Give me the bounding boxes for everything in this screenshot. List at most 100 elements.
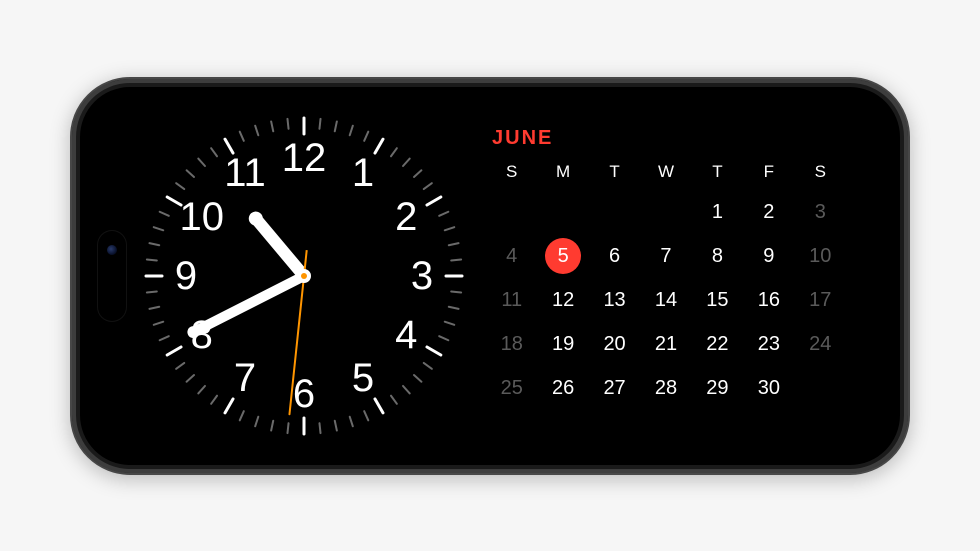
side-button xyxy=(332,77,402,79)
calendar-day-number: 1 xyxy=(699,194,735,230)
standby-screen[interactable]: 121234567891011 JUNE SMTWTFS 12345678910… xyxy=(84,91,896,461)
calendar-dow: T xyxy=(589,162,640,182)
calendar-month-label: JUNE xyxy=(492,127,846,150)
calendar-day-number: 27 xyxy=(597,370,633,406)
calendar-week-row: 181920 21 22 23 24 xyxy=(486,322,846,366)
calendar-day[interactable]: 1 xyxy=(692,190,743,234)
calendar-day-number: 28 xyxy=(648,370,684,406)
calendar-day-number: 22 xyxy=(699,326,735,362)
calendar-widget[interactable]: JUNE SMTWTFS 123456789101112131415161718… xyxy=(486,127,846,410)
calendar-day[interactable]: 19 xyxy=(537,322,588,366)
camera-icon xyxy=(107,245,117,255)
calendar-day xyxy=(589,190,640,234)
calendar-day-number: 20 xyxy=(597,326,633,362)
calendar-grid: 1234567891011121314151617181920212223242… xyxy=(486,190,846,410)
clock-numeral: 11 xyxy=(224,153,266,193)
dynamic-island xyxy=(98,231,126,321)
calendar-day-number: 5 xyxy=(545,238,581,274)
calendar-day[interactable]: 3 xyxy=(795,190,846,234)
calendar-dow: M xyxy=(537,162,588,182)
calendar-day-number: 24 xyxy=(802,326,838,362)
calendar-day[interactable]: 22 xyxy=(692,322,743,366)
analog-clock-face: 121234567891011 xyxy=(144,116,464,436)
calendar-day-number: 13 xyxy=(597,282,633,318)
side-button xyxy=(417,77,457,79)
calendar-day-number: 30 xyxy=(751,370,787,406)
calendar-day-number: 8 xyxy=(699,238,735,274)
clock-numeral: 7 xyxy=(234,358,256,398)
calendar-day-number: 26 xyxy=(545,370,581,406)
calendar-day[interactable]: 18 xyxy=(486,322,537,366)
calendar-week-row: 11 12 131415 16 17 xyxy=(486,278,846,322)
calendar-day xyxy=(537,190,588,234)
calendar-day-number: 3 xyxy=(802,194,838,230)
clock-numeral: 3 xyxy=(411,256,433,296)
clock-pivot xyxy=(297,269,311,283)
clock-numeral: 9 xyxy=(175,256,197,296)
clock-numeral: 10 xyxy=(180,197,225,237)
calendar-day[interactable]: 4 xyxy=(486,234,537,278)
calendar-day-number: 12 xyxy=(545,282,581,318)
clock-numeral: 4 xyxy=(395,315,417,355)
calendar-day[interactable]: 26 xyxy=(537,366,588,410)
calendar-day xyxy=(486,190,537,234)
calendar-dow: T xyxy=(692,162,743,182)
clock-widget[interactable]: 121234567891011 xyxy=(144,116,464,436)
calendar-day[interactable]: 10 xyxy=(795,234,846,278)
calendar-day-number: 10 xyxy=(802,238,838,274)
calendar-day[interactable]: 6 xyxy=(589,234,640,278)
calendar-day[interactable]: 7 xyxy=(640,234,691,278)
calendar-day-number: 21 xyxy=(648,326,684,362)
calendar-day[interactable]: 13 xyxy=(589,278,640,322)
calendar-day-number: 11 xyxy=(494,282,530,318)
clock-numeral: 12 xyxy=(282,138,327,178)
calendar-dow: F xyxy=(743,162,794,182)
iphone-frame: 121234567891011 JUNE SMTWTFS 12345678910… xyxy=(70,77,910,475)
calendar-dow: S xyxy=(486,162,537,182)
calendar-day-number: 7 xyxy=(648,238,684,274)
calendar-day-number: 17 xyxy=(802,282,838,318)
calendar-day-number: 16 xyxy=(751,282,787,318)
calendar-day[interactable]: 17 xyxy=(795,278,846,322)
calendar-days-of-week: SMTWTFS xyxy=(486,162,846,182)
calendar-day-number: 4 xyxy=(494,238,530,274)
calendar-day[interactable]: 29 xyxy=(692,366,743,410)
calendar-dow: W xyxy=(640,162,691,182)
calendar-day[interactable]: 15 xyxy=(692,278,743,322)
clock-numeral: 2 xyxy=(395,197,417,237)
clock-numeral: 1 xyxy=(352,153,374,193)
calendar-day-number: 9 xyxy=(751,238,787,274)
calendar-day-number: 23 xyxy=(751,326,787,362)
calendar-day[interactable]: 24 xyxy=(795,322,846,366)
calendar-day[interactable]: 14 xyxy=(640,278,691,322)
calendar-day-number: 6 xyxy=(597,238,633,274)
calendar-day[interactable]: 11 xyxy=(486,278,537,322)
calendar-day[interactable]: 12 xyxy=(537,278,588,322)
calendar-week-row: 123 xyxy=(486,190,846,234)
calendar-day[interactable]: 21 xyxy=(640,322,691,366)
calendar-day-today[interactable]: 5 xyxy=(537,234,588,278)
calendar-day xyxy=(640,190,691,234)
calendar-day[interactable]: 30 xyxy=(743,366,794,410)
calendar-day-number: 29 xyxy=(699,370,735,406)
calendar-day xyxy=(795,366,846,410)
calendar-day-number: 18 xyxy=(494,326,530,362)
calendar-day[interactable]: 25 xyxy=(486,366,537,410)
calendar-day[interactable]: 20 xyxy=(589,322,640,366)
clock-numeral: 8 xyxy=(191,315,213,355)
calendar-day-number: 15 xyxy=(699,282,735,318)
calendar-day[interactable]: 16 xyxy=(743,278,794,322)
calendar-week-row: 456789 10 xyxy=(486,234,846,278)
calendar-dow: S xyxy=(795,162,846,182)
clock-numeral: 6 xyxy=(293,374,315,414)
calendar-day-number: 25 xyxy=(494,370,530,406)
volume-button xyxy=(377,473,437,475)
calendar-day[interactable]: 23 xyxy=(743,322,794,366)
calendar-day-number: 2 xyxy=(751,194,787,230)
calendar-day[interactable]: 9 xyxy=(743,234,794,278)
calendar-week-row: 25 26 27 28 29 30 xyxy=(486,366,846,410)
calendar-day[interactable]: 27 xyxy=(589,366,640,410)
calendar-day[interactable]: 8 xyxy=(692,234,743,278)
calendar-day[interactable]: 28 xyxy=(640,366,691,410)
calendar-day[interactable]: 2 xyxy=(743,190,794,234)
